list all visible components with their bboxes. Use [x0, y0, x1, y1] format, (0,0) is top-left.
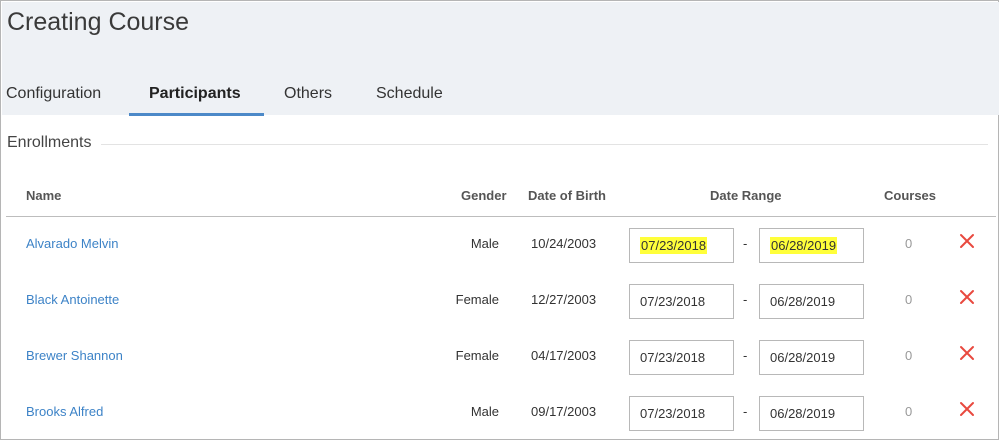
participant-gender: Female [455, 348, 499, 363]
participant-name-link[interactable]: Brooks Alfred [26, 404, 103, 419]
column-header-gender: Gender [461, 188, 507, 203]
end-date-input[interactable]: 06/28/2019 [759, 396, 864, 431]
table-row: Brewer Shannon Female 04/17/2003 07/23/2… [1, 329, 999, 385]
table-row: Black Antoinette Female 12/27/2003 07/23… [1, 273, 999, 329]
table-row: Alvarado Melvin Male 10/24/2003 07/23/20… [1, 217, 999, 273]
courses-count: 0 [905, 348, 913, 363]
start-date-value: 07/23/2018 [640, 237, 708, 254]
close-icon[interactable] [958, 232, 976, 250]
page-title: Creating Course [7, 8, 190, 36]
column-header-courses: Courses [884, 188, 937, 203]
page-header: Creating Course Configuration Participan… [2, 2, 999, 116]
table-row: Brooks Alfred Male 09/17/2003 07/23/2018… [1, 385, 999, 440]
participant-dob: 04/17/2003 [531, 348, 597, 363]
tab-configuration[interactable]: Configuration [6, 72, 101, 116]
tab-bar: Configuration Participants Others Schedu… [2, 72, 999, 116]
column-header-dob: Date of Birth [528, 188, 606, 203]
courses-count: 0 [905, 404, 913, 419]
date-range-separator: - [743, 292, 748, 307]
courses-count: 0 [905, 236, 913, 251]
tab-participants[interactable]: Participants [149, 72, 241, 116]
end-date-value: 06/28/2019 [770, 237, 838, 254]
participant-gender: Male [470, 236, 499, 251]
participant-name-link[interactable]: Black Antoinette [26, 292, 119, 307]
date-range-separator: - [743, 404, 748, 419]
end-date-input[interactable]: 06/28/2019 [759, 228, 864, 263]
participant-dob: 10/24/2003 [531, 236, 597, 251]
start-date-input[interactable]: 07/23/2018 [629, 284, 734, 319]
column-header-date-range: Date Range [710, 188, 782, 203]
start-date-input[interactable]: 07/23/2018 [629, 228, 734, 263]
participant-dob: 09/17/2003 [531, 404, 597, 419]
participant-gender: Male [470, 404, 499, 419]
date-range-separator: - [743, 348, 748, 363]
end-date-input[interactable]: 06/28/2019 [759, 340, 864, 375]
participant-name-link[interactable]: Alvarado Melvin [26, 236, 119, 251]
close-icon[interactable] [958, 344, 976, 362]
tab-others[interactable]: Others [284, 72, 332, 116]
fieldset-border [101, 144, 988, 145]
window-frame: Creating Course Configuration Participan… [0, 0, 999, 440]
column-header-name: Name [26, 188, 62, 203]
courses-count: 0 [905, 292, 913, 307]
participant-dob: 12/27/2003 [531, 292, 597, 307]
participant-gender: Female [455, 292, 499, 307]
tab-schedule[interactable]: Schedule [376, 72, 443, 116]
end-date-input[interactable]: 06/28/2019 [759, 284, 864, 319]
close-icon[interactable] [958, 288, 976, 306]
close-icon[interactable] [958, 400, 976, 418]
enrollments-legend: Enrollments [7, 134, 98, 152]
active-tab-indicator [129, 113, 264, 116]
date-range-separator: - [743, 236, 748, 251]
start-date-input[interactable]: 07/23/2018 [629, 340, 734, 375]
start-date-input[interactable]: 07/23/2018 [629, 396, 734, 431]
participant-name-link[interactable]: Brewer Shannon [26, 348, 123, 363]
